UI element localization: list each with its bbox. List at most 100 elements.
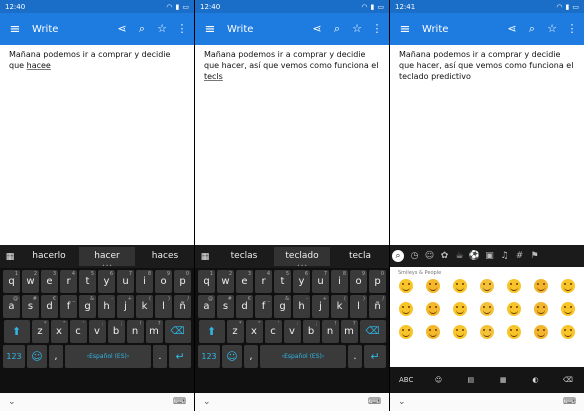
key-n[interactable]: ! n [126,320,144,343]
key-m[interactable]: ? m [145,320,163,343]
suggestion-2[interactable]: teclado [274,247,330,268]
share-icon[interactable]: ⋖ [311,22,323,36]
key-u[interactable]: 7u [312,270,329,293]
nav-down-icon[interactable]: ⌄ [398,397,406,407]
key-n[interactable]: ! n [321,320,339,343]
backspace-key[interactable]: ⌫ [164,320,191,343]
emoji-search-icon[interactable]: ⌕ [392,250,404,262]
share-icon[interactable]: ⋖ [506,22,518,36]
smiley-emoji-icon[interactable] [506,302,521,316]
search-icon[interactable]: ⌕ [136,22,148,36]
key-y[interactable]: 6y [98,270,115,293]
key-f[interactable]: _ f [255,295,272,318]
suggestion-1[interactable]: hacerlo [21,247,77,266]
smiley-emoji-icon[interactable] [426,302,441,316]
key-k[interactable]: (k [331,295,348,318]
smiley-emoji-icon[interactable] [399,325,414,339]
key-o[interactable]: 9o [155,270,172,293]
nav-keyboard-icon[interactable]: ⌨ [368,397,381,407]
key-t[interactable]: 5t [274,270,291,293]
period-key[interactable]: . [153,345,167,368]
key-e[interactable]: 3e [236,270,253,293]
hamburger-menu-icon[interactable]: ≡ [4,22,26,37]
shift-key[interactable]: ⬆ [198,320,225,343]
suggestion-1[interactable]: teclas [216,247,272,266]
nav-keyboard-icon[interactable]: ⌨ [173,397,186,407]
key-m[interactable]: ? m [340,320,358,343]
more-vert-icon[interactable]: ⋮ [566,22,578,36]
key-v[interactable]: :v [283,320,301,343]
smiley-emoji-icon[interactable] [506,325,521,339]
smiley-emoji-icon[interactable] [479,279,494,293]
share-icon[interactable]: ⋖ [116,22,128,36]
emoji-tab-icon[interactable]: ☺ [422,376,454,384]
key-b[interactable]: ; b [107,320,125,343]
star-icon[interactable]: ☆ [351,22,363,36]
key-r[interactable]: 4r [60,270,77,293]
suggestion-3[interactable]: tecla [332,247,388,266]
backspace-key[interactable]: ⌫ [359,320,386,343]
key-ñ[interactable]: / ñ [369,295,386,318]
key-a[interactable]: @ a [3,295,20,318]
suggestion-3[interactable]: haces [137,247,193,266]
key-q[interactable]: 1q [198,270,215,293]
key-a[interactable]: @ a [198,295,215,318]
recent-clock-icon[interactable]: ◷ [407,251,422,261]
key-h[interactable]: -h [293,295,310,318]
more-vert-icon[interactable]: ⋮ [176,22,188,36]
key-u[interactable]: 7u [117,270,134,293]
key-i[interactable]: 8i [331,270,348,293]
smiley-emoji-icon[interactable] [426,325,441,339]
animal-category-icon[interactable]: ✿ [437,251,452,261]
search-icon[interactable]: ⌕ [331,22,343,36]
key-k[interactable]: (k [136,295,153,318]
food-category-icon[interactable]: ☕ [452,251,467,261]
key-l[interactable]: ) l [350,295,367,318]
key-x[interactable]: " x [50,320,68,343]
smiley-category-icon[interactable]: ☺ [422,251,437,261]
smiley-emoji-icon[interactable] [533,302,548,316]
numbers-key[interactable]: 123 [3,345,25,368]
key-d[interactable]: € d [236,295,253,318]
emoji-backspace-icon[interactable]: ⌫ [552,376,584,384]
objects-category-icon[interactable]: ♫ [497,251,512,261]
key-p[interactable]: 0p [369,270,386,293]
document-text-area[interactable]: Mañana podemos ir a comprar y decidie qu… [195,45,389,248]
key-h[interactable]: -h [98,295,115,318]
smiley-emoji-icon[interactable] [453,325,468,339]
key-g[interactable]: & g [274,295,291,318]
document-text-area[interactable]: Mañana podemos ir a comprar y decidie qu… [0,45,194,248]
hamburger-menu-icon[interactable]: ≡ [394,22,416,37]
enter-key[interactable]: ↵ [364,345,386,368]
smiley-emoji-icon[interactable] [426,279,441,293]
smiley-emoji-icon[interactable] [560,325,575,339]
key-d[interactable]: € d [41,295,58,318]
key-w[interactable]: 2w [22,270,39,293]
smiley-emoji-icon[interactable] [560,302,575,316]
key-s[interactable]: # s [22,295,39,318]
key-x[interactable]: " x [245,320,263,343]
key-f[interactable]: _ f [60,295,77,318]
key-o[interactable]: 9o [350,270,367,293]
abc-key[interactable]: ABC [390,376,422,384]
symbols-category-icon[interactable]: # [512,251,527,261]
enter-key[interactable]: ↵ [169,345,191,368]
star-icon[interactable]: ☆ [546,22,558,36]
suggestion-2[interactable]: hacer [79,247,135,268]
smiley-emoji-icon[interactable] [533,279,548,293]
key-i[interactable]: 8i [136,270,153,293]
smiley-emoji-icon[interactable] [399,279,414,293]
smiley-emoji-icon[interactable] [453,302,468,316]
emoji-key[interactable]: ☺ [222,345,242,368]
nav-down-icon[interactable]: ⌄ [203,397,211,407]
apps-grid-icon[interactable]: ▦ [195,252,215,262]
key-p[interactable]: 0p [174,270,191,293]
nav-down-icon[interactable]: ⌄ [8,397,16,407]
smiley-emoji-icon[interactable] [560,279,575,293]
key-c[interactable]: ' c [264,320,282,343]
key-r[interactable]: 4r [255,270,272,293]
more-vert-icon[interactable]: ⋮ [371,22,383,36]
smiley-emoji-icon[interactable] [479,302,494,316]
travel-category-icon[interactable]: ▣ [482,251,497,261]
comma-key[interactable]: , [49,345,63,368]
